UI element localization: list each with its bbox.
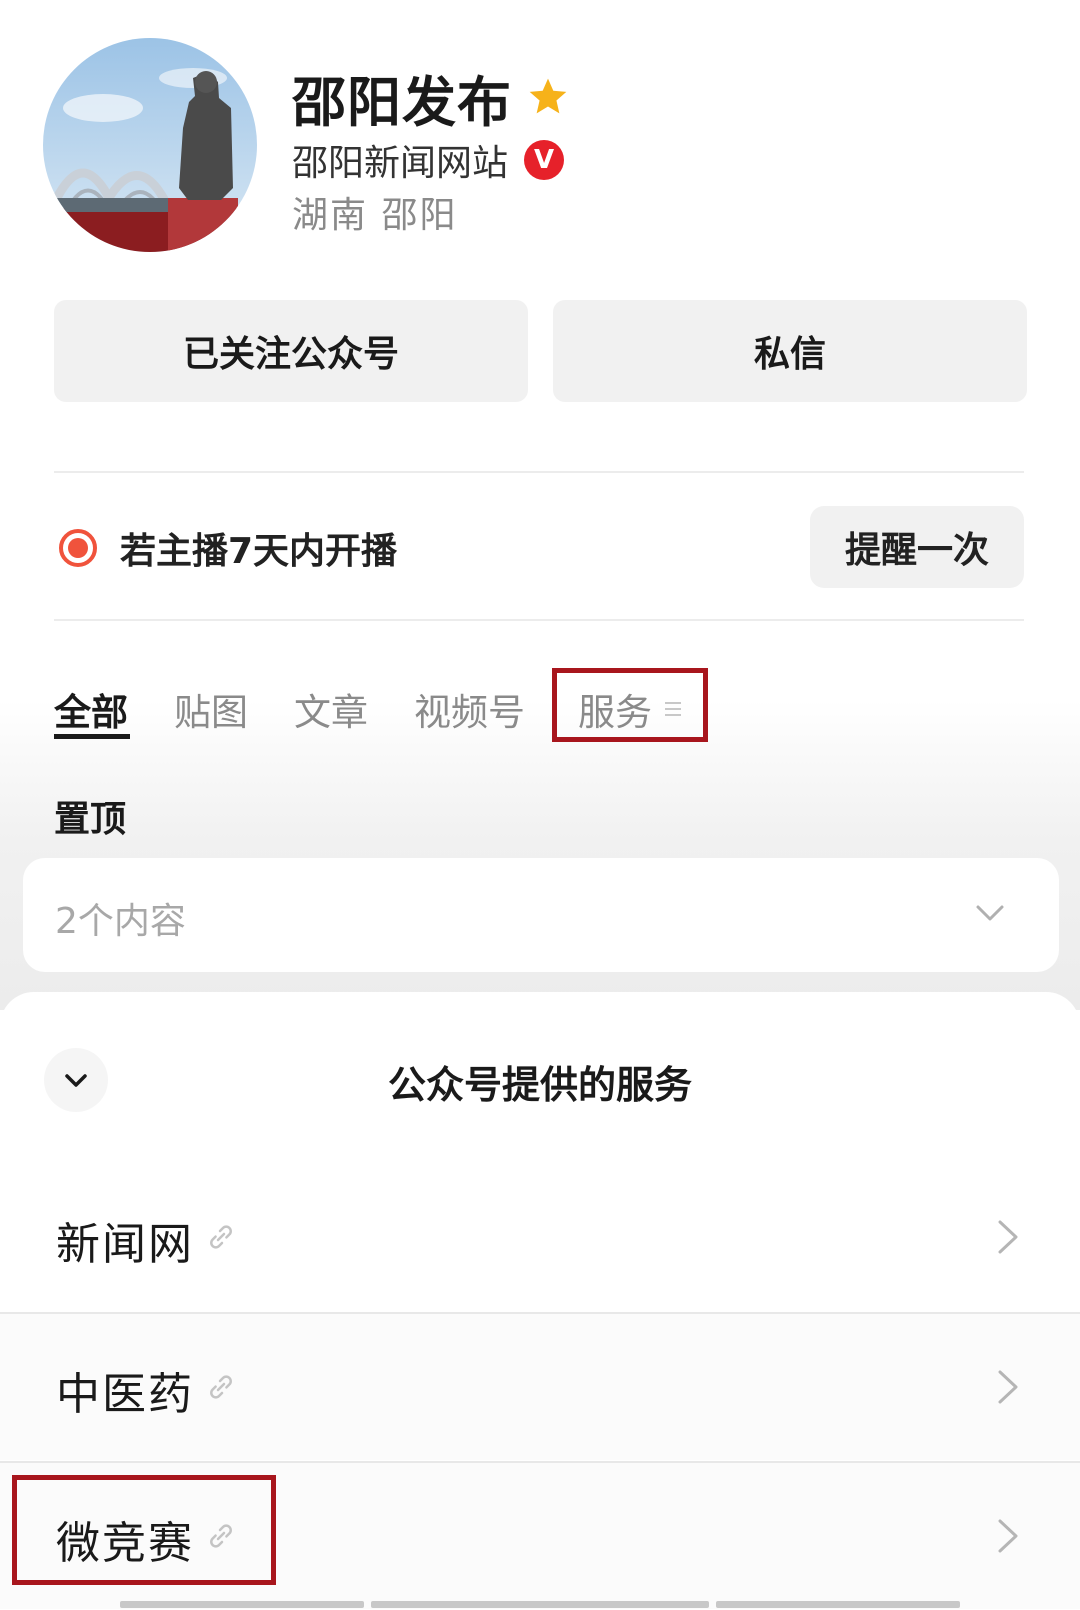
live-icon: [59, 529, 97, 567]
link-icon: [210, 1225, 232, 1249]
scroll-indicator: [371, 1601, 709, 1608]
service-item-tcm[interactable]: 中医药: [0, 1314, 1080, 1460]
service-item-label: 中医药: [56, 1369, 194, 1420]
chevron-down-icon: [976, 905, 1004, 921]
services-tab-highlight: [552, 668, 708, 742]
verified-icon: V: [524, 140, 565, 180]
tab-images[interactable]: 贴图: [174, 682, 248, 736]
chevron-right-icon: [998, 1370, 1018, 1404]
tab-articles[interactable]: 文章: [294, 682, 368, 736]
tab-channels[interactable]: 视频号: [414, 682, 525, 736]
account-title-row: 邵阳发布: [292, 62, 570, 134]
scroll-indicator: [120, 1601, 364, 1608]
scroll-indicator: [716, 1601, 960, 1608]
remind-once-button[interactable]: 提醒一次: [810, 506, 1024, 588]
link-icon: [210, 1375, 232, 1399]
account-avatar[interactable]: [43, 38, 257, 252]
message-button[interactable]: 私信: [553, 300, 1027, 402]
star-icon[interactable]: [526, 75, 570, 119]
organization-row: 邵阳新闻网站 V: [292, 134, 565, 186]
chevron-right-icon: [998, 1519, 1018, 1553]
chevron-right-icon: [998, 1220, 1018, 1254]
contest-item-highlight: [12, 1475, 276, 1585]
live-reminder-text: 若主播7天内开播: [120, 531, 398, 572]
location-text: 湖南 邵阳: [292, 195, 458, 236]
services-sheet: 公众号提供的服务 新闻网 中医药 微竞赛: [0, 992, 1080, 1610]
service-item-label: 新闻网: [56, 1219, 194, 1270]
avatar-image: [43, 38, 257, 252]
divider: [54, 471, 1024, 473]
organization-name: 邵阳新闻网站: [292, 143, 509, 184]
divider: [54, 619, 1024, 621]
sheet-title: 公众号提供的服务: [387, 1063, 692, 1107]
active-tab-indicator: [54, 734, 130, 739]
pinned-label: 置顶: [54, 799, 127, 840]
pinned-count: 2个内容: [55, 901, 186, 942]
account-name: 邵阳发布: [292, 70, 512, 134]
tab-all[interactable]: 全部: [54, 682, 128, 736]
service-item-news[interactable]: 新闻网: [0, 1164, 1080, 1310]
pinned-content-card[interactable]: 2个内容: [23, 858, 1059, 972]
live-reminder-row: 若主播7天内开播 提醒一次: [54, 500, 1024, 602]
followed-button[interactable]: 已关注公众号: [54, 300, 528, 402]
